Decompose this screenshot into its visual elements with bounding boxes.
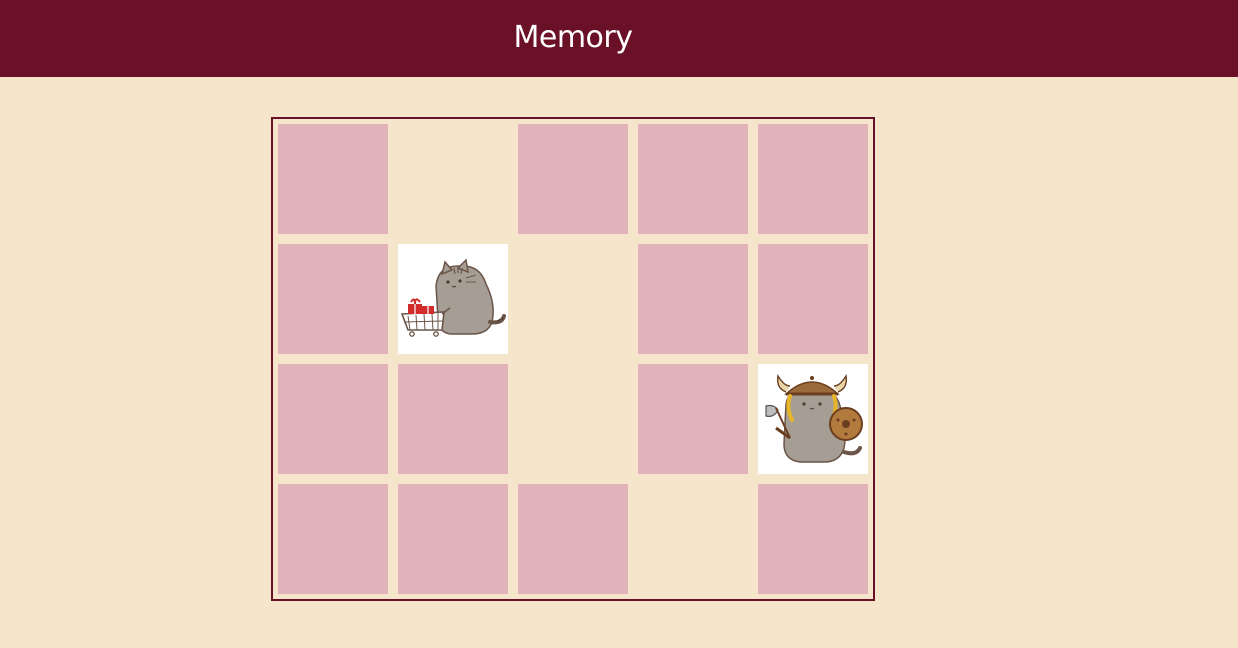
memory-card-hidden[interactable] [398, 364, 508, 474]
memory-card-hidden[interactable] [758, 124, 868, 234]
memory-card-hidden[interactable] [518, 124, 628, 234]
memory-card-hidden[interactable] [278, 484, 388, 594]
memory-card-matched [638, 484, 748, 594]
memory-card-hidden[interactable] [638, 364, 748, 474]
memory-card-hidden[interactable] [758, 244, 868, 354]
memory-card-hidden[interactable] [638, 124, 748, 234]
memory-card-hidden[interactable] [518, 484, 628, 594]
app-header: Memory [0, 0, 1238, 77]
page-title: Memory [513, 20, 633, 55]
memory-card-hidden[interactable] [278, 124, 388, 234]
memory-card-revealed [758, 364, 868, 474]
memory-card-hidden[interactable] [278, 244, 388, 354]
memory-card-hidden[interactable] [278, 364, 388, 474]
memory-board [271, 117, 875, 601]
memory-card-matched [398, 124, 508, 234]
memory-card-hidden[interactable] [398, 484, 508, 594]
memory-card-hidden[interactable] [638, 244, 748, 354]
memory-card-revealed [398, 244, 508, 354]
memory-card-matched [518, 244, 628, 354]
pusheen-viking-icon [758, 364, 868, 474]
pusheen-shopping-cart-icon [398, 244, 508, 354]
memory-card-hidden[interactable] [758, 484, 868, 594]
memory-card-matched [518, 364, 628, 474]
